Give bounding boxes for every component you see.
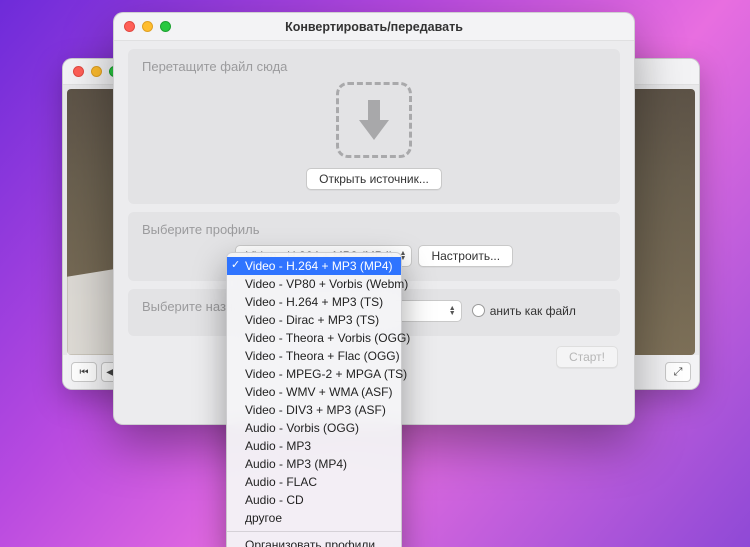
profile-option[interactable]: Audio - MP3 [227, 437, 401, 455]
drop-section: Перетащите файл сюда Открыть источник... [128, 49, 620, 204]
prev-button[interactable]: ⏮ [71, 362, 97, 382]
profile-option[interactable]: Audio - CD [227, 491, 401, 509]
close-icon[interactable] [124, 21, 135, 32]
maximize-icon[interactable] [160, 21, 171, 32]
profile-option[interactable]: Audio - MP3 (MP4) [227, 455, 401, 473]
profile-option[interactable]: другое [227, 509, 401, 527]
radio-icon [472, 304, 485, 317]
start-button[interactable]: Старт! [556, 346, 618, 368]
fullscreen-button[interactable]: ⤢ [665, 362, 691, 382]
profile-dropdown[interactable]: Video - H.264 + MP3 (MP4)Video - VP80 + … [226, 252, 402, 547]
settings-button[interactable]: Настроить... [418, 245, 513, 267]
open-source-button[interactable]: Открыть источник... [306, 168, 442, 190]
chevron-updown-icon: ▲▼ [449, 306, 456, 316]
profile-section-label: Выберите профиль [142, 222, 606, 237]
profile-option[interactable]: Video - Theora + Vorbis (OGG) [227, 329, 401, 347]
save-as-file-label: анить как файл [490, 304, 576, 318]
profile-option[interactable]: Video - Theora + Flac (OGG) [227, 347, 401, 365]
dialog-titlebar [114, 13, 634, 41]
profile-option[interactable]: Video - H.264 + MP3 (MP4) [227, 257, 401, 275]
close-icon[interactable] [73, 66, 84, 77]
minimize-icon[interactable] [142, 21, 153, 32]
dropdown-separator [227, 531, 401, 532]
drop-section-label: Перетащите файл сюда [142, 59, 606, 74]
profile-option[interactable]: Video - DIV3 + MP3 (ASF) [227, 401, 401, 419]
profile-option[interactable]: Audio - FLAC [227, 473, 401, 491]
profile-option[interactable]: Audio - Vorbis (OGG) [227, 419, 401, 437]
profile-option[interactable]: Video - VP80 + Vorbis (Webm) [227, 275, 401, 293]
save-as-file-radio[interactable]: анить как файл [472, 304, 576, 318]
dropzone[interactable] [336, 82, 412, 158]
download-arrow-icon [354, 98, 394, 142]
minimize-icon[interactable] [91, 66, 102, 77]
profile-option[interactable]: Video - MPEG-2 + MPGA (TS) [227, 365, 401, 383]
organize-profiles-option[interactable]: Организовать профили... [227, 536, 401, 547]
profile-option[interactable]: Video - H.264 + MP3 (TS) [227, 293, 401, 311]
profile-option[interactable]: Video - Dirac + MP3 (TS) [227, 311, 401, 329]
profile-option[interactable]: Video - WMV + WMA (ASF) [227, 383, 401, 401]
